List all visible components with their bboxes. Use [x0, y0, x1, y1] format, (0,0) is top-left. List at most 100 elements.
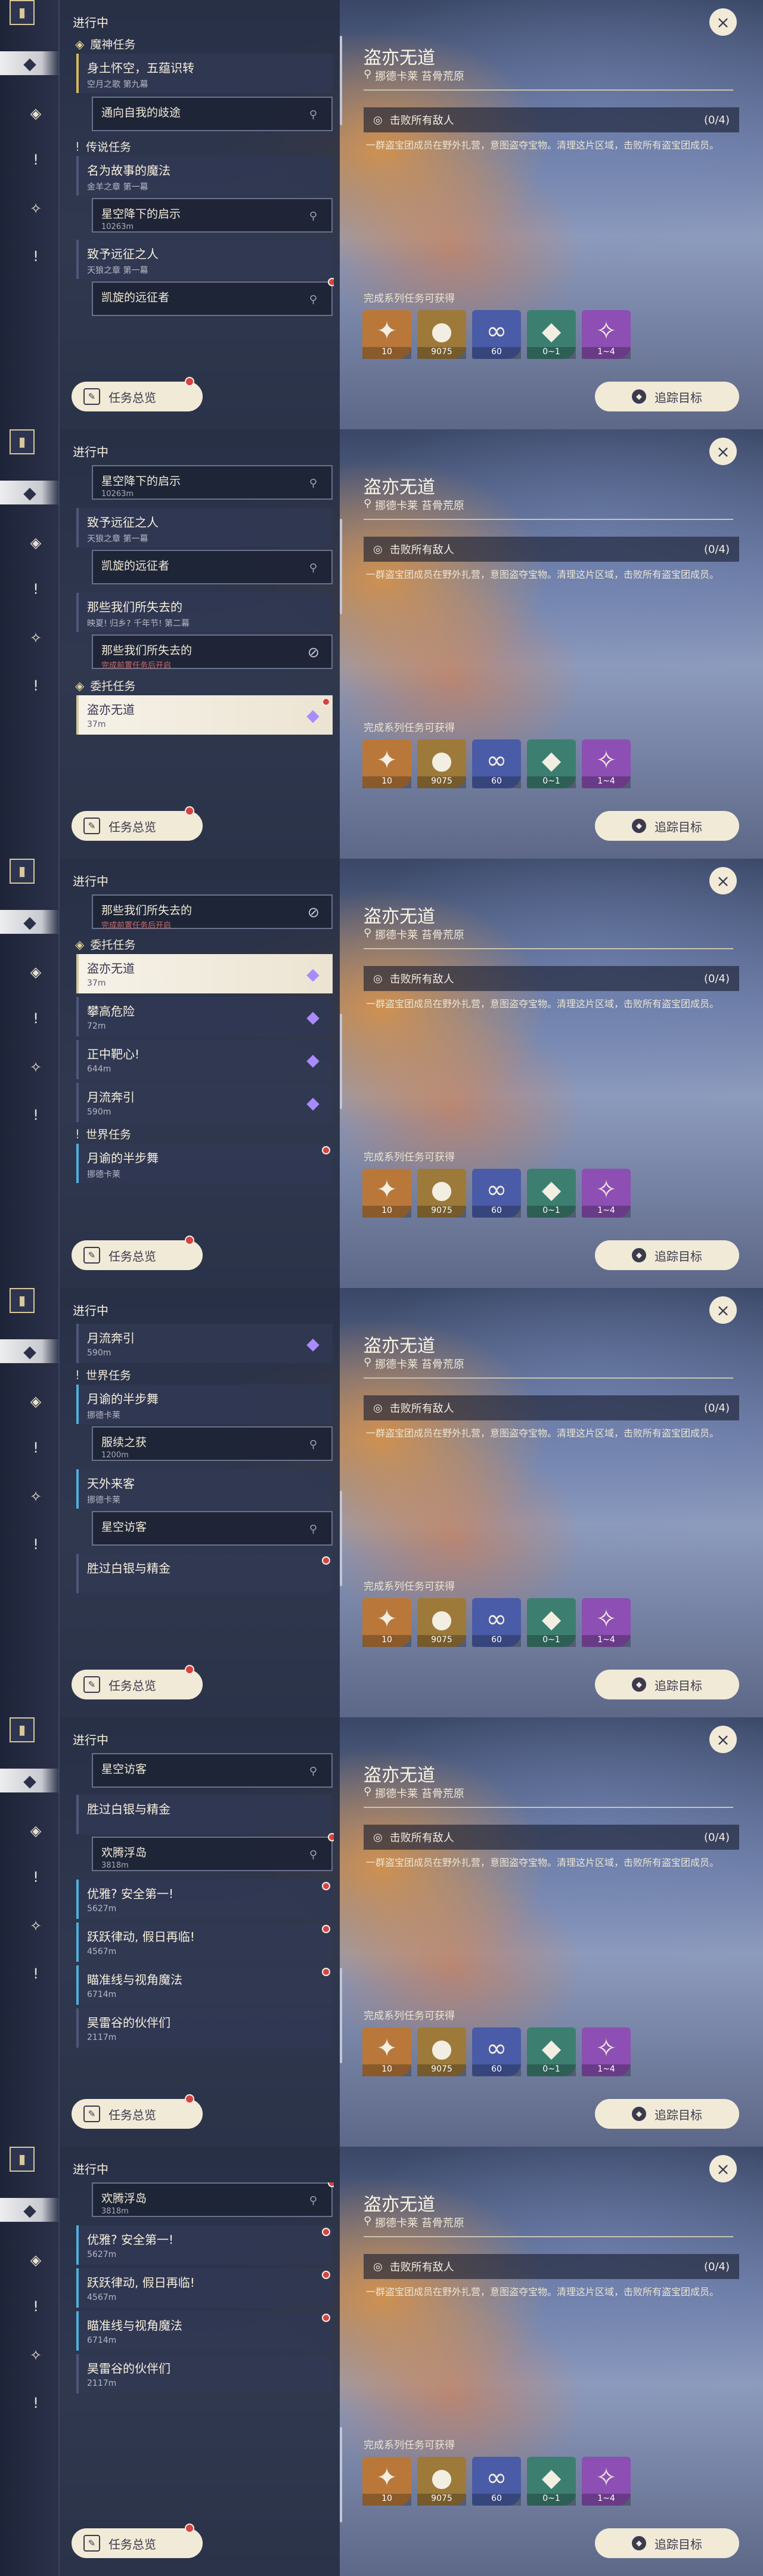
quest-card[interactable]: 胜过白银与精金 — [76, 1795, 333, 1834]
quest-step-card[interactable]: 服续之获 1200m ⚲ — [92, 1426, 333, 1461]
quest-card[interactable]: 那些我们所失去的 映夏! 归乡? 千年节! 第二幕 — [76, 593, 333, 632]
quest-card[interactable]: 攀高危险 72m ◆ — [76, 997, 333, 1036]
reward-item[interactable]: ● 9075 — [417, 1169, 466, 1218]
reward-item[interactable]: ∞ 60 — [472, 739, 521, 788]
reward-item[interactable]: ✧ 1~4 — [582, 1169, 631, 1218]
world-quest-icon[interactable]: ! — [24, 1103, 48, 1127]
quest-card[interactable]: 昊雷谷的伙伴们 2117m — [76, 2354, 333, 2394]
reward-item[interactable]: ✦ 10 — [362, 310, 411, 359]
quest-card[interactable]: 瞄准线与视角魔法 6714m — [76, 1965, 333, 2005]
archon-quest-icon[interactable]: ◈ — [24, 1819, 48, 1843]
archon-quest-icon[interactable]: ◈ — [24, 2248, 48, 2272]
story-quest-icon[interactable]: ! — [24, 1865, 48, 1889]
list-scrollbar[interactable] — [340, 1014, 342, 1109]
quest-card[interactable]: 盗亦无道 37m ◆ — [76, 695, 333, 735]
track-target-button[interactable]: ◆ 追踪目标 — [595, 1240, 739, 1270]
quest-card[interactable]: 身土怀空，五蕴识转 空月之歌 第九幕 — [76, 54, 333, 93]
quest-step-card[interactable]: 那些我们所失去的 完成前置任务后开启 ⊘ — [92, 634, 333, 670]
archon-quest-icon[interactable]: ◈ — [24, 1389, 48, 1413]
track-target-button[interactable]: ◆ 追踪目标 — [595, 811, 739, 841]
commission-quest-icon[interactable]: ✧ — [24, 1055, 48, 1079]
quest-overview-button[interactable]: ✎ 任务总览 — [72, 1236, 203, 1270]
world-quest-icon[interactable]: ! — [24, 1532, 48, 1556]
commission-quest-icon[interactable]: ✧ — [24, 197, 48, 221]
quest-card[interactable]: 月谕的半步舞 挪德卡莱 — [76, 1144, 333, 1183]
reward-item[interactable]: ◆ 0~1 — [527, 2457, 576, 2506]
quest-step-card[interactable]: 星空降下的启示 10263m ⚲ — [92, 198, 333, 233]
quest-step-card[interactable]: 欢腾浮岛 3818m ⚲ — [92, 2182, 334, 2217]
quest-card[interactable]: 天外来客 挪德卡莱 — [76, 1469, 333, 1509]
reward-item[interactable]: ◆ 0~1 — [527, 2027, 576, 2076]
reward-item[interactable]: ✦ 10 — [362, 2027, 411, 2076]
reward-item[interactable]: ✦ 10 — [362, 1598, 411, 1647]
close-button[interactable]: × — [709, 438, 737, 465]
archon-quest-icon[interactable]: ◈ — [24, 101, 48, 125]
all-quests-icon[interactable]: ◆ — [0, 51, 60, 75]
list-scrollbar[interactable] — [340, 519, 342, 614]
quest-overview-button[interactable]: ✎ 任务总览 — [72, 377, 203, 411]
quest-card[interactable]: 优雅? 安全第一! 5627m — [76, 2225, 333, 2265]
reward-item[interactable]: ∞ 60 — [472, 1169, 521, 1218]
reward-item[interactable]: ● 9075 — [417, 2457, 466, 2506]
quest-step-card[interactable]: 星空降下的启示 10263m ⚲ — [92, 465, 333, 500]
all-quests-icon[interactable]: ◆ — [0, 2198, 60, 2222]
world-quest-icon[interactable]: ! — [24, 674, 48, 698]
archon-quest-icon[interactable]: ◈ — [24, 531, 48, 555]
quest-card[interactable]: 优雅? 安全第一! 5627m — [76, 1880, 333, 1919]
all-quests-icon[interactable]: ◆ — [0, 1769, 60, 1792]
quest-step-card[interactable]: 那些我们所失去的 完成前置任务后开启 ⊘ — [92, 894, 333, 930]
reward-item[interactable]: ✦ 10 — [362, 1169, 411, 1218]
close-button[interactable]: × — [709, 2155, 737, 2182]
reward-item[interactable]: ● 9075 — [417, 2027, 466, 2076]
reward-item[interactable]: ✧ 1~4 — [582, 739, 631, 788]
all-quests-icon[interactable]: ◆ — [0, 1339, 60, 1363]
reward-item[interactable]: ✦ 10 — [362, 739, 411, 788]
quest-step-card[interactable]: 凯旋的远征者 ⚲ — [92, 278, 334, 316]
list-scrollbar[interactable] — [340, 1491, 342, 1586]
track-target-button[interactable]: ◆ 追踪目标 — [595, 382, 739, 411]
quest-card[interactable]: 月谕的半步舞 挪德卡莱 — [76, 1385, 333, 1424]
reward-item[interactable]: ✧ 1~4 — [582, 1598, 631, 1647]
commission-quest-icon[interactable]: ✧ — [24, 1485, 48, 1509]
quest-step-card[interactable]: 星空访客 ⚲ — [92, 1753, 333, 1788]
all-quests-icon[interactable]: ◆ — [0, 481, 60, 504]
quest-card[interactable]: 盗亦无道 37m ◆ — [76, 954, 333, 993]
close-button[interactable]: × — [709, 1296, 737, 1324]
commission-quest-icon[interactable]: ✧ — [24, 1914, 48, 1938]
quest-step-card[interactable]: 通向自我的歧途 ⚲ — [92, 97, 333, 131]
reward-item[interactable]: ✧ 1~4 — [582, 2027, 631, 2076]
reward-item[interactable]: ◆ 0~1 — [527, 310, 576, 359]
quest-overview-button[interactable]: ✎ 任务总览 — [72, 806, 203, 841]
list-scrollbar[interactable] — [340, 1968, 342, 2063]
story-quest-icon[interactable]: ! — [24, 2295, 48, 2318]
reward-item[interactable]: ✧ 1~4 — [582, 2457, 631, 2506]
quest-card[interactable]: 月流奔引 590m ◆ — [76, 1083, 333, 1122]
quest-overview-button[interactable]: ✎ 任务总览 — [72, 2524, 203, 2558]
reward-item[interactable]: ● 9075 — [417, 739, 466, 788]
world-quest-icon[interactable]: ! — [24, 1962, 48, 1986]
story-quest-icon[interactable]: ! — [24, 1436, 48, 1460]
reward-item[interactable]: ∞ 60 — [472, 310, 521, 359]
track-target-button[interactable]: ◆ 追踪目标 — [595, 2528, 739, 2558]
reward-item[interactable]: ✦ 10 — [362, 2457, 411, 2506]
world-quest-icon[interactable]: ! — [24, 244, 48, 268]
quest-overview-button[interactable]: ✎ 任务总览 — [72, 2094, 203, 2129]
quest-card[interactable]: 致予远征之人 天狼之章 第一幕 — [76, 508, 333, 547]
list-scrollbar[interactable] — [340, 2427, 342, 2522]
reward-item[interactable]: ∞ 60 — [472, 1598, 521, 1647]
close-button[interactable]: × — [709, 8, 737, 36]
story-quest-icon[interactable]: ! — [24, 148, 48, 172]
reward-item[interactable]: ◆ 0~1 — [527, 739, 576, 788]
quest-step-card[interactable]: 凯旋的远征者 ⚲ — [92, 550, 333, 584]
all-quests-icon[interactable]: ◆ — [0, 910, 60, 934]
reward-item[interactable]: ● 9075 — [417, 1598, 466, 1647]
reward-item[interactable]: ✧ 1~4 — [582, 310, 631, 359]
quest-card[interactable]: 正中靶心! 644m ◆ — [76, 1040, 333, 1079]
reward-item[interactable]: ● 9075 — [417, 310, 466, 359]
commission-quest-icon[interactable]: ✧ — [24, 2343, 48, 2367]
reward-item[interactable]: ◆ 0~1 — [527, 1598, 576, 1647]
quest-card[interactable]: 瞄准线与视角魔法 6714m — [76, 2311, 333, 2351]
list-scrollbar[interactable] — [340, 36, 342, 125]
quest-card[interactable]: 致予远征之人 天狼之章 第一幕 — [76, 240, 333, 279]
quest-step-card[interactable]: 星空访客 ⚲ — [92, 1511, 333, 1546]
